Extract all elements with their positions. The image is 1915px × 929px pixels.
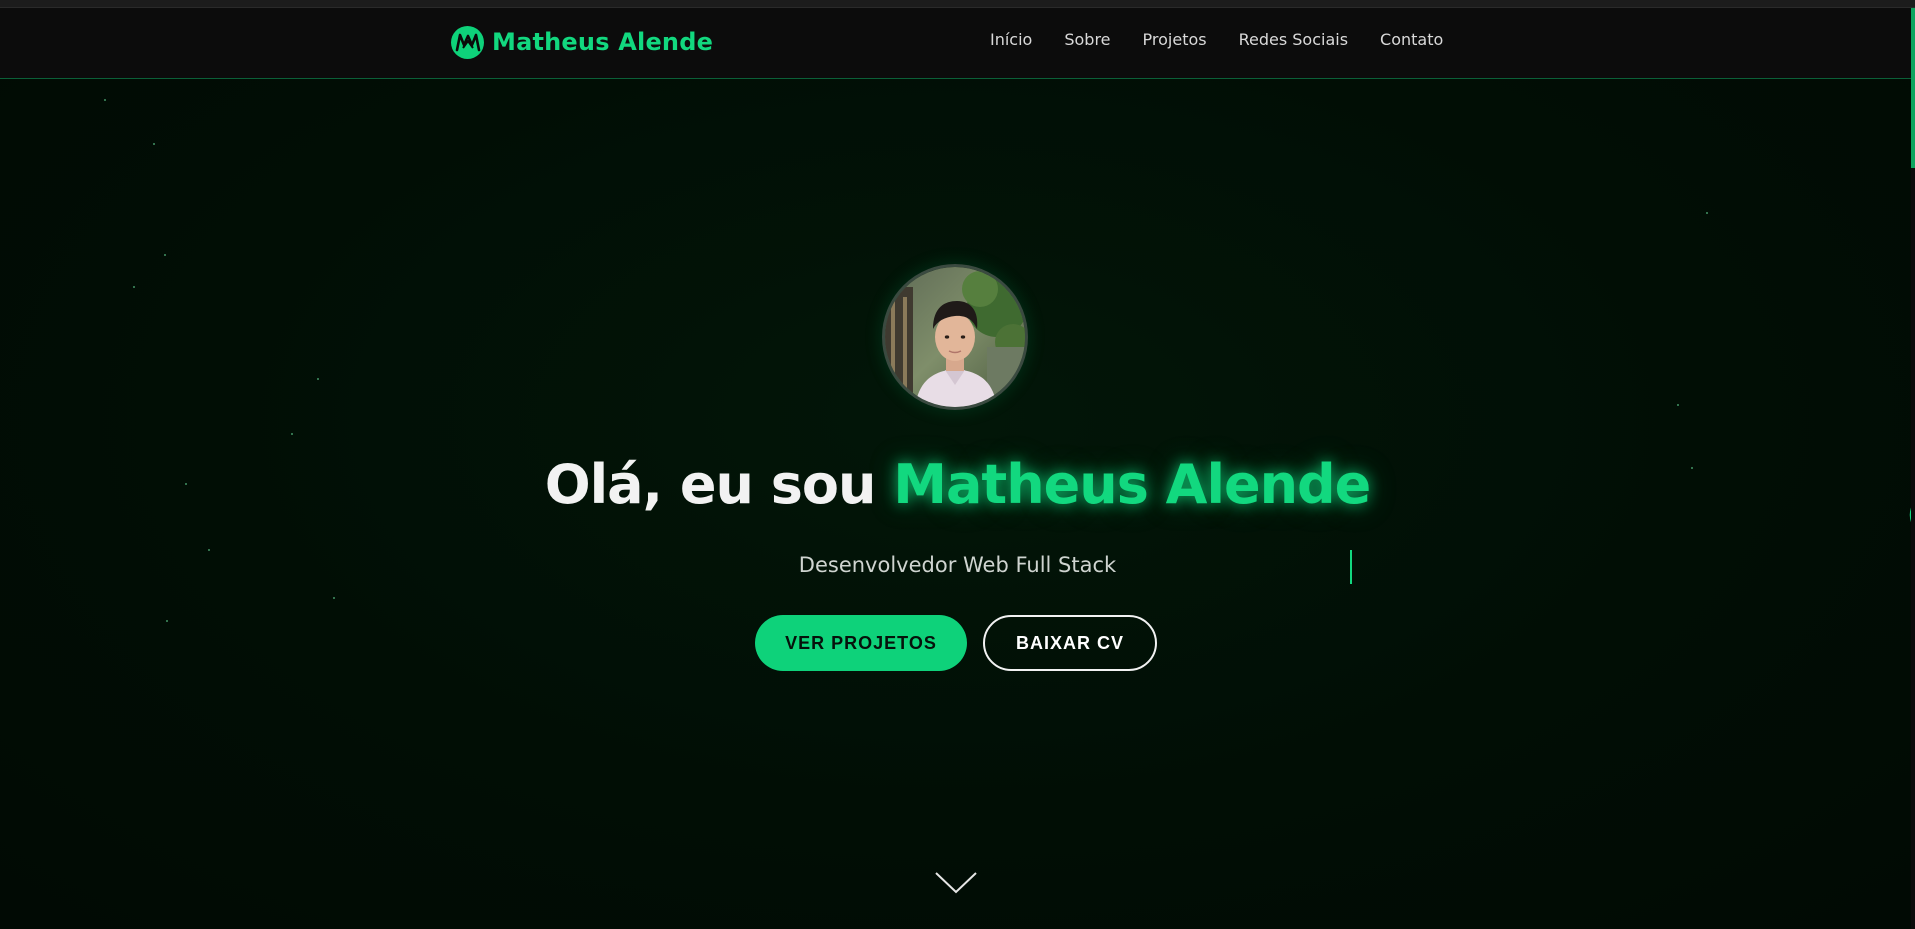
hero-name: Matheus Alende xyxy=(893,453,1371,516)
hero-headline: Olá, eu sou Matheus Alende xyxy=(0,453,1915,516)
page: Matheus Alende Início Sobre Projetos Red… xyxy=(0,0,1915,929)
chevron-down-icon[interactable] xyxy=(934,870,978,896)
hero-greeting: Olá, eu sou xyxy=(544,453,894,516)
nav-link-sobre[interactable]: Sobre xyxy=(1064,30,1110,49)
hero-subtitle: Desenvolvedor Web Full Stack xyxy=(798,553,1117,577)
profile-photo xyxy=(885,267,1025,407)
nav-link-inicio[interactable]: Início xyxy=(990,30,1032,49)
background-star xyxy=(164,254,166,256)
nav-link-projetos[interactable]: Projetos xyxy=(1143,30,1207,49)
background-star xyxy=(153,143,155,145)
view-projects-button[interactable]: VER PROJETOS xyxy=(755,615,967,671)
chevron-down-glyph xyxy=(935,872,977,894)
background-star xyxy=(166,620,168,622)
background-star xyxy=(104,99,106,101)
background-star xyxy=(208,549,210,551)
background-star xyxy=(1677,404,1679,406)
background-star xyxy=(333,597,335,599)
background-star xyxy=(291,433,293,435)
navbar: Matheus Alende Início Sobre Projetos Red… xyxy=(0,8,1915,79)
m-logo-icon xyxy=(451,25,484,59)
download-cv-button[interactable]: BAIXAR CV xyxy=(983,615,1157,671)
m-logo-glyph xyxy=(455,33,480,52)
nav-link-contato[interactable]: Contato xyxy=(1380,30,1443,49)
brand-name: Matheus Alende xyxy=(492,28,714,56)
nav-menu: Início Sobre Projetos Redes Sociais Cont… xyxy=(990,30,1443,49)
page-scrollbar[interactable] xyxy=(1911,8,1915,929)
background-star xyxy=(317,378,319,380)
typing-caret xyxy=(1350,550,1352,584)
scrollbar-thumb[interactable] xyxy=(1911,8,1915,168)
background-star xyxy=(133,286,135,288)
brand-link[interactable]: Matheus Alende xyxy=(451,25,713,59)
background-star xyxy=(1706,212,1708,214)
nav-link-redes-sociais[interactable]: Redes Sociais xyxy=(1239,30,1348,49)
browser-top-strip xyxy=(0,0,1915,8)
profile-avatar xyxy=(882,264,1028,410)
